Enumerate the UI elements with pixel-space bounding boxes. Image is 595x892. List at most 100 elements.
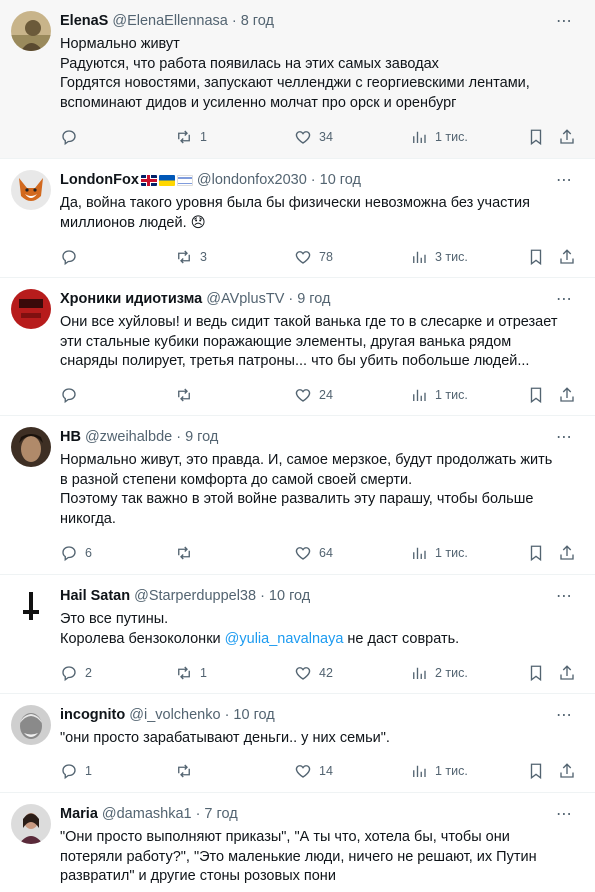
bookmark-button[interactable] bbox=[527, 385, 545, 405]
bookmark-button[interactable] bbox=[527, 127, 545, 147]
display-name[interactable]: ElenaS bbox=[60, 13, 108, 29]
share-button[interactable] bbox=[558, 761, 576, 781]
views-icon bbox=[413, 251, 426, 263]
action-bar: 24 1 тис. bbox=[60, 385, 583, 405]
views-icon bbox=[413, 765, 426, 777]
like-button[interactable]: 14 bbox=[294, 761, 333, 781]
views-button[interactable]: 1 тис. bbox=[410, 385, 468, 405]
tweet[interactable]: ⋯ Hail Satan @Starperduppel38 · 10 год Э… bbox=[0, 575, 595, 694]
more-icon[interactable]: ⋯ bbox=[556, 14, 573, 30]
reply-button[interactable] bbox=[60, 385, 85, 405]
reply-button[interactable] bbox=[60, 127, 85, 147]
views-button[interactable]: 1 тис. bbox=[410, 543, 468, 563]
bookmark-button[interactable] bbox=[527, 663, 545, 683]
display-name[interactable]: Hail Satan bbox=[60, 588, 130, 604]
views-button[interactable]: 1 тис. bbox=[410, 127, 468, 147]
timestamp[interactable]: 7 год bbox=[204, 806, 237, 822]
like-button[interactable]: 78 bbox=[294, 247, 333, 267]
more-icon[interactable]: ⋯ bbox=[556, 173, 573, 189]
retweet-count: 1 bbox=[200, 666, 207, 680]
views-button[interactable]: 1 тис. bbox=[410, 761, 468, 781]
user-handle[interactable]: @Starperduppel38 bbox=[134, 588, 256, 604]
retweet-icon bbox=[178, 130, 190, 144]
timestamp[interactable]: 10 год bbox=[320, 172, 361, 188]
text-segment: не даст соврать. bbox=[343, 630, 460, 647]
reply-button[interactable]: 1 bbox=[60, 761, 92, 781]
display-name[interactable]: Maria bbox=[60, 806, 98, 822]
retweet-button[interactable] bbox=[175, 543, 200, 563]
retweet-icon bbox=[178, 546, 190, 560]
bookmark-icon bbox=[530, 387, 542, 404]
display-name[interactable]: LondonFox bbox=[60, 172, 139, 188]
user-handle[interactable]: @ElenaEllennasa bbox=[112, 13, 228, 29]
user-handle[interactable]: @AVplusTV bbox=[206, 291, 284, 307]
display-name[interactable]: HB bbox=[60, 429, 81, 445]
tweet-header: HB @zweihalbde · 9 год bbox=[60, 416, 583, 447]
bookmark-button[interactable] bbox=[527, 543, 545, 563]
retweet-button[interactable]: 3 bbox=[175, 247, 207, 267]
share-button[interactable] bbox=[558, 543, 576, 563]
tweet-text: Нормально живут, это правда. И, самое ме… bbox=[60, 451, 583, 529]
like-button[interactable]: 64 bbox=[294, 543, 333, 563]
bookmark-button[interactable] bbox=[527, 761, 545, 781]
tweet-header: Хроники идиотизма @AVplusTV · 9 год bbox=[60, 278, 583, 309]
tweet[interactable]: ⋯ HB @zweihalbde · 9 год Нормально живут… bbox=[0, 416, 595, 575]
share-button[interactable] bbox=[558, 385, 576, 405]
retweet-button[interactable]: 1 bbox=[175, 663, 207, 683]
user-handle[interactable]: @i_volchenko bbox=[129, 707, 220, 723]
bookmark-button[interactable] bbox=[527, 247, 545, 267]
tweet-header: Maria @damashka1 · 7 год bbox=[60, 793, 583, 824]
separator: · bbox=[310, 172, 316, 188]
bookmark-icon bbox=[530, 763, 542, 780]
timestamp[interactable]: 10 год bbox=[233, 707, 274, 723]
reply-button[interactable]: 2 bbox=[60, 663, 92, 683]
retweet-button[interactable] bbox=[175, 761, 200, 781]
like-count: 24 bbox=[319, 388, 333, 402]
share-button[interactable] bbox=[558, 127, 576, 147]
display-name[interactable]: Хроники идиотизма bbox=[60, 291, 202, 307]
more-icon[interactable]: ⋯ bbox=[556, 430, 573, 446]
more-icon[interactable]: ⋯ bbox=[556, 589, 573, 605]
more-icon[interactable]: ⋯ bbox=[556, 292, 573, 308]
like-button[interactable]: 24 bbox=[294, 385, 333, 405]
views-button[interactable]: 2 тис. bbox=[410, 663, 468, 683]
text-line: Нормально живут, это правда. И, самое ме… bbox=[60, 452, 553, 468]
views-icon bbox=[413, 547, 426, 559]
timestamp[interactable]: 8 год bbox=[241, 13, 274, 29]
tweet[interactable]: ⋯ incognito @i_volchenko · 10 год "они п… bbox=[0, 694, 595, 793]
tweet-text: Они все хуйловы! и ведь сидит такой вань… bbox=[60, 313, 583, 372]
avatar[interactable] bbox=[11, 804, 51, 844]
avatar[interactable] bbox=[11, 586, 51, 626]
avatar[interactable] bbox=[11, 427, 51, 467]
share-button[interactable] bbox=[558, 247, 576, 267]
user-handle[interactable]: @zweihalbde bbox=[85, 429, 172, 445]
timestamp[interactable]: 9 год bbox=[297, 291, 330, 307]
views-button[interactable]: 3 тис. bbox=[410, 247, 468, 267]
avatar[interactable] bbox=[11, 11, 51, 51]
action-bar: 2 1 42 2 тис. bbox=[60, 663, 583, 683]
like-button[interactable]: 34 bbox=[294, 127, 333, 147]
retweet-button[interactable]: 1 bbox=[175, 127, 207, 147]
mention-link[interactable]: @yulia_navalnaya bbox=[225, 631, 344, 647]
more-icon[interactable]: ⋯ bbox=[556, 708, 573, 724]
retweet-button[interactable] bbox=[175, 385, 200, 405]
views-icon bbox=[413, 131, 426, 143]
tweet[interactable]: ⋯ ElenaS @ElenaEllennasa · 8 год Нормаль… bbox=[0, 0, 595, 159]
tweet[interactable]: ⋯ LondonFox @londonfox2030 · 10 год Да, … bbox=[0, 159, 595, 278]
tweet[interactable]: ⋯ Maria @damashka1 · 7 год "Они просто в… bbox=[0, 793, 595, 892]
tweet[interactable]: ⋯ Хроники идиотизма @AVplusTV · 9 год Он… bbox=[0, 278, 595, 416]
user-handle[interactable]: @damashka1 bbox=[102, 806, 192, 822]
reply-button[interactable] bbox=[60, 247, 85, 267]
user-handle[interactable]: @londonfox2030 bbox=[197, 172, 307, 188]
timestamp[interactable]: 9 год bbox=[185, 429, 218, 445]
timestamp[interactable]: 10 год bbox=[269, 588, 310, 604]
avatar[interactable] bbox=[11, 170, 51, 210]
avatar[interactable] bbox=[11, 705, 51, 745]
heart-icon bbox=[295, 251, 311, 264]
more-icon[interactable]: ⋯ bbox=[556, 807, 573, 823]
share-button[interactable] bbox=[558, 663, 576, 683]
display-name[interactable]: incognito bbox=[60, 707, 125, 723]
like-button[interactable]: 42 bbox=[294, 663, 333, 683]
reply-button[interactable]: 6 bbox=[60, 543, 92, 563]
avatar[interactable] bbox=[11, 289, 51, 329]
